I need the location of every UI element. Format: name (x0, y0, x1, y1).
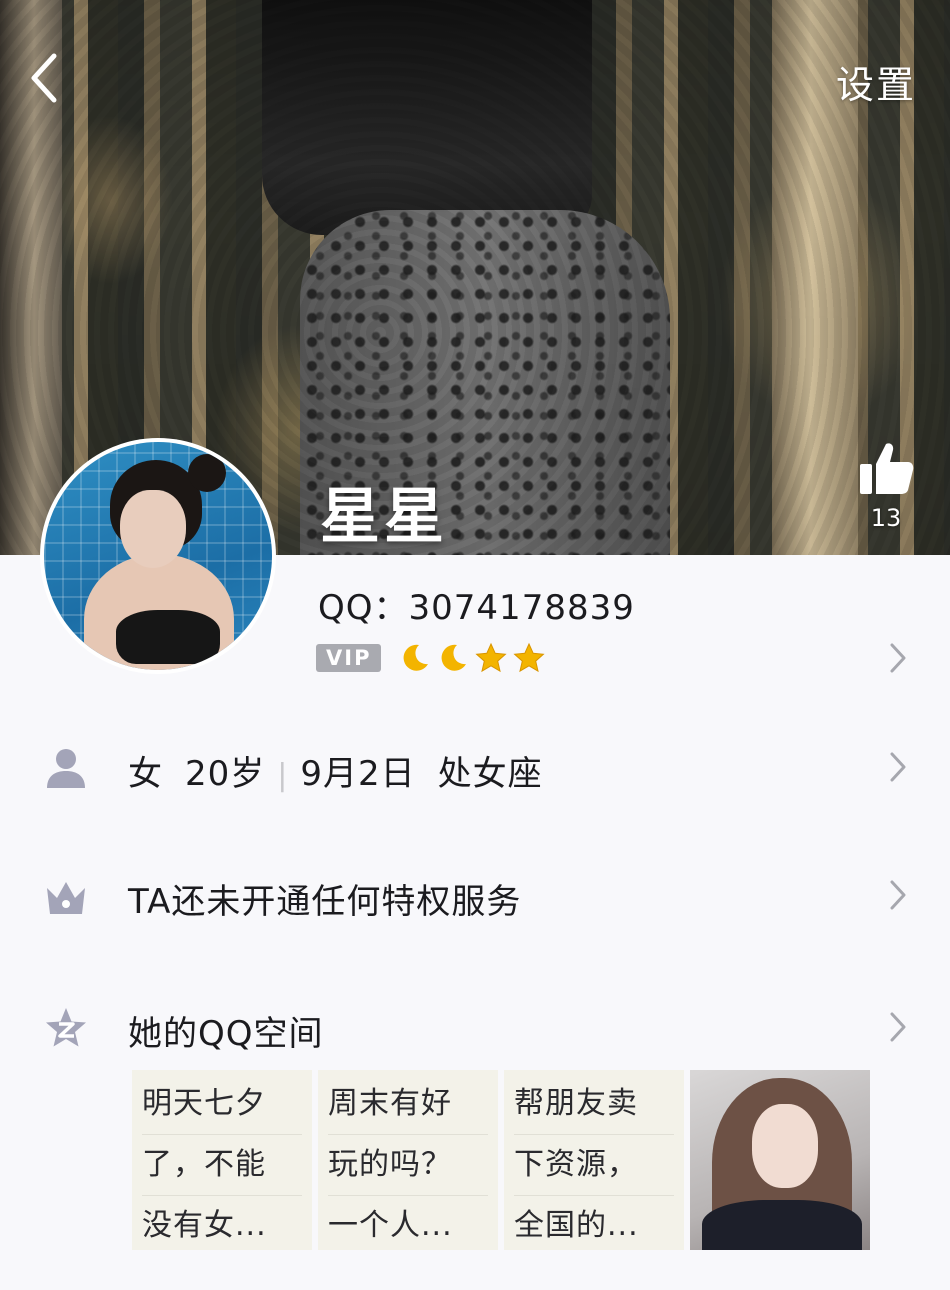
info-separator: | (277, 758, 289, 793)
crown-icon (47, 882, 85, 914)
qq-number: 3074178839 (408, 588, 635, 628)
basic-info-row[interactable]: 女 20岁 | 9月2日 处女座 (0, 728, 950, 808)
chevron-right-icon (890, 1012, 906, 1042)
qzone-post[interactable]: 明天七夕 了，不能 没有女... (132, 1070, 312, 1250)
chevron-right-icon[interactable] (888, 641, 908, 675)
qzone-post[interactable]: 周末有好 玩的吗？ 一个人... (318, 1070, 498, 1250)
chevron-right-icon (890, 752, 906, 782)
moon-icon (437, 642, 469, 674)
post-line: 一个人... (328, 1208, 453, 1243)
avatar[interactable] (40, 438, 276, 674)
settings-button[interactable]: 设置 (836, 54, 916, 109)
moon-icon (399, 642, 431, 674)
avatar-face (120, 490, 186, 568)
basic-info-text: 女 20岁 | 9月2日 处女座 (128, 746, 543, 795)
qq-number-line: QQ：3074178839 (318, 580, 635, 629)
avatar-hair-bun (188, 454, 226, 492)
top-nav: 设置 (0, 0, 950, 140)
post-line: 全国的... (514, 1208, 639, 1243)
like-count: 13 (870, 504, 902, 532)
avatar-garment (116, 610, 220, 664)
post-line: 下资源， (514, 1135, 674, 1196)
privilege-text: TA还未开通任何特权服务 (128, 882, 522, 922)
vip-badge: VIP (316, 644, 382, 672)
photo-face (752, 1104, 818, 1188)
star-icon (475, 642, 508, 674)
gender: 女 (128, 754, 163, 794)
post-line: 帮朋友卖 (514, 1074, 674, 1135)
chevron-right-icon (890, 880, 906, 910)
qzone-row[interactable]: 她的QQ空间 (0, 988, 950, 1068)
like-button[interactable]: 13 (854, 438, 918, 532)
post-line: 了，不能 (142, 1135, 302, 1196)
qzone-photo[interactable] (690, 1070, 870, 1250)
qzone-post[interactable]: 帮朋友卖 下资源， 全国的... (504, 1070, 684, 1250)
thumbs-up-icon (860, 443, 914, 494)
post-line: 周末有好 (328, 1074, 488, 1135)
birthday: 9月2日 (300, 754, 416, 794)
qzone-title: 她的QQ空间 (128, 1014, 324, 1054)
privilege-row[interactable]: TA还未开通任何特权服务 (0, 856, 950, 936)
vip-level-row[interactable]: VIP (316, 640, 546, 676)
star-icon (513, 642, 546, 674)
qzone-star-icon (46, 1008, 86, 1047)
post-line: 明天七夕 (142, 1074, 302, 1135)
nickname: 星星 (320, 482, 448, 552)
post-line: 玩的吗？ (328, 1135, 488, 1196)
qzone-preview: 明天七夕 了，不能 没有女... 周末有好 玩的吗？ 一个人... 帮朋友卖 下… (132, 1070, 872, 1250)
person-icon (47, 749, 85, 788)
zodiac: 处女座 (437, 754, 543, 794)
avatar-image (44, 442, 272, 670)
chevron-left-icon (31, 53, 57, 103)
photo-shirt (702, 1200, 862, 1250)
age: 20岁 (185, 754, 266, 794)
back-button[interactable] (22, 48, 72, 108)
post-line: 没有女... (142, 1208, 267, 1243)
qq-label: QQ： (318, 588, 409, 628)
